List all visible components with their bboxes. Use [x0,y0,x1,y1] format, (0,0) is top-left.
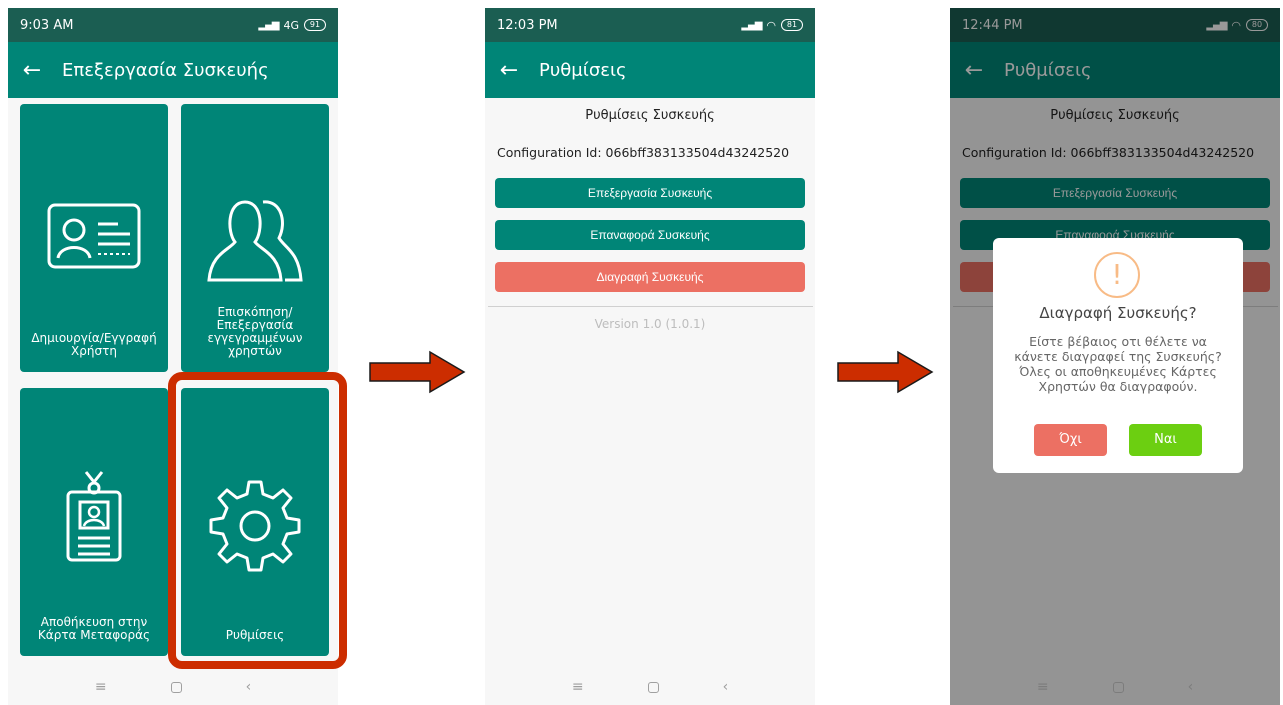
phone-delete-dialog: 12:44 PM ▂▄▆ ◠ 80 ← Ρυθμίσεις Ρυθμίσεις … [950,8,1280,705]
id-card-icon [47,203,141,269]
status-time: 12:03 PM [497,17,558,33]
delete-confirm-dialog: ! Διαγραφή Συσκευής? Είστε βέβαιος οτι θ… [993,238,1243,473]
battery-icon: 91 [304,19,326,31]
warning-icon: ! [1094,252,1140,298]
delete-device-button[interactable]: Διαγραφή Συσκευής [495,262,805,292]
back-arrow-icon[interactable]: ← [8,58,56,83]
version-label: Version 1.0 (1.0.1) [594,317,706,331]
home-icon[interactable] [647,681,659,693]
section-heading: Ρυθμίσεις Συσκευής [585,108,715,123]
dialog-title: Διαγραφή Συσκευής? [1039,304,1197,322]
badge-icon [66,471,122,562]
arrow-right-icon [369,350,466,394]
tile-label: Δημιουργία/Εγγραφή Χρήστη [31,331,157,358]
phone-settings: 12:03 PM ▂▄▆ ◠ 81 ← Ρυθμίσεις Ρυθμίσεις … [485,8,815,705]
configuration-id: Configuration Id: 066bff383133504d432425… [497,145,790,160]
back-arrow-icon[interactable]: ← [485,58,533,83]
tile-label: Αποθήκευση στην Κάρτα Μεταφοράς [37,615,151,642]
reset-device-button[interactable]: Επαναφορά Συσκευής [495,220,805,250]
arrow-right-icon [837,350,934,394]
confirm-button[interactable]: Ναι [1129,424,1202,456]
users-icon [207,200,303,282]
app-bar: ← Ρυθμίσεις [485,42,815,98]
settings-content: Ρυθμίσεις Συσκευής Configuration Id: 066… [485,98,815,331]
tile-transfer-card[interactable]: Αποθήκευση στην Κάρτα Μεταφοράς [20,388,168,656]
battery-icon: 81 [781,19,803,31]
network-type: 4G [283,18,299,32]
signal-icon: ▂▄▆ [741,19,762,31]
cancel-button[interactable]: Όχι [1034,424,1107,456]
page-title: Ρυθμίσεις [539,59,627,81]
status-bar: 9:03 AM ▂▄▆ 4G 91 [8,8,338,42]
signal-icon: ▂▄▆ [258,19,279,31]
system-nav-bar: ≡ ‹ [8,669,338,705]
page-title: Επεξεργασία Συσκευής [62,59,269,81]
tile-overview-users[interactable]: Επισκόπηση/ Επεξεργασία εγγεγραμμένων χρ… [181,104,329,372]
status-time: 9:03 AM [20,17,74,33]
dialog-message: Είστε βέβαιος οτι θέλετε να κάνετε διαγρ… [1014,334,1222,394]
app-bar: ← Επεξεργασία Συσκευής [8,42,338,98]
menu-icon[interactable]: ≡ [572,679,584,695]
back-nav-icon[interactable]: ‹ [246,679,252,695]
divider [487,306,813,307]
tile-label: Επισκόπηση/ Επεξεργασία εγγεγραμμένων χρ… [207,305,303,358]
system-nav-bar: ≡ ‹ [485,669,815,705]
edit-device-button[interactable]: Επεξεργασία Συσκευής [495,178,805,208]
menu-icon[interactable]: ≡ [95,679,107,695]
tutorial-stage: 9:03 AM ▂▄▆ 4G 91 ← Επεξεργασία Συσκευής… [0,0,1283,705]
home-icon[interactable] [170,681,182,693]
highlight-settings-box [168,372,347,669]
wifi-icon: ◠ [766,18,776,32]
tile-create-user[interactable]: Δημιουργία/Εγγραφή Χρήστη [20,104,168,372]
status-bar: 12:03 PM ▂▄▆ ◠ 81 [485,8,815,42]
back-nav-icon[interactable]: ‹ [723,679,729,695]
